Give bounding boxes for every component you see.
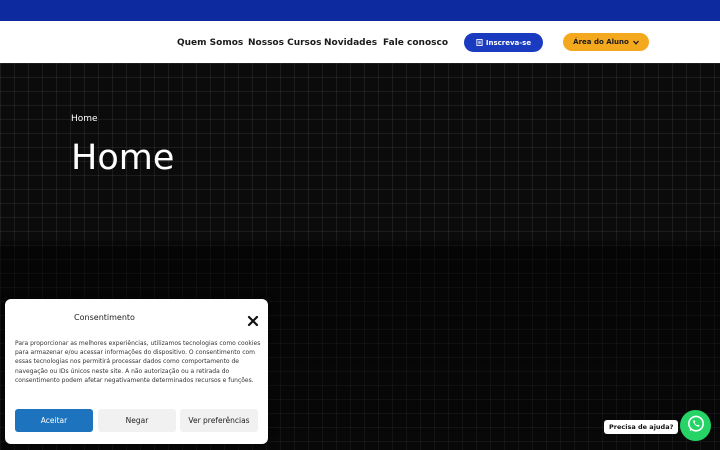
close-icon[interactable] bbox=[247, 312, 259, 327]
inscreva-se-button[interactable]: Inscreva-se bbox=[464, 33, 543, 52]
nav-link-nossos-cursos[interactable]: Nossos Cursos bbox=[248, 38, 321, 48]
consent-text: Para proporcionar as melhores experiênci… bbox=[15, 340, 261, 384]
whatsapp-icon bbox=[686, 414, 706, 438]
form-icon bbox=[476, 39, 483, 46]
nav-link-fale-conosco[interactable]: Fale conosco bbox=[383, 38, 448, 48]
help-tooltip: Precisa de ajuda? bbox=[604, 420, 679, 434]
accept-button[interactable]: Aceitar bbox=[15, 409, 93, 432]
area-do-aluno-button[interactable]: Área do Aluno bbox=[563, 33, 649, 51]
consent-title: Consentimento bbox=[74, 313, 135, 322]
area-do-aluno-label: Área do Aluno bbox=[573, 38, 629, 46]
inscreva-se-label: Inscreva-se bbox=[485, 38, 532, 47]
breadcrumb[interactable]: Home bbox=[71, 114, 98, 124]
view-preferences-button[interactable]: Ver preferências bbox=[180, 409, 258, 432]
page-title: Home bbox=[71, 138, 175, 178]
top-bar bbox=[0, 0, 720, 21]
consent-dialog: Consentimento Para proporcionar as melho… bbox=[5, 299, 268, 444]
whatsapp-button[interactable] bbox=[680, 410, 711, 441]
deny-button[interactable]: Negar bbox=[98, 409, 176, 432]
nav-link-novidades[interactable]: Novidades bbox=[324, 38, 377, 48]
chevron-down-icon bbox=[632, 40, 639, 45]
site-header: Quem Somos Nossos Cursos Novidades Fale … bbox=[0, 21, 720, 63]
nav-link-quem-somos[interactable]: Quem Somos bbox=[177, 38, 243, 48]
